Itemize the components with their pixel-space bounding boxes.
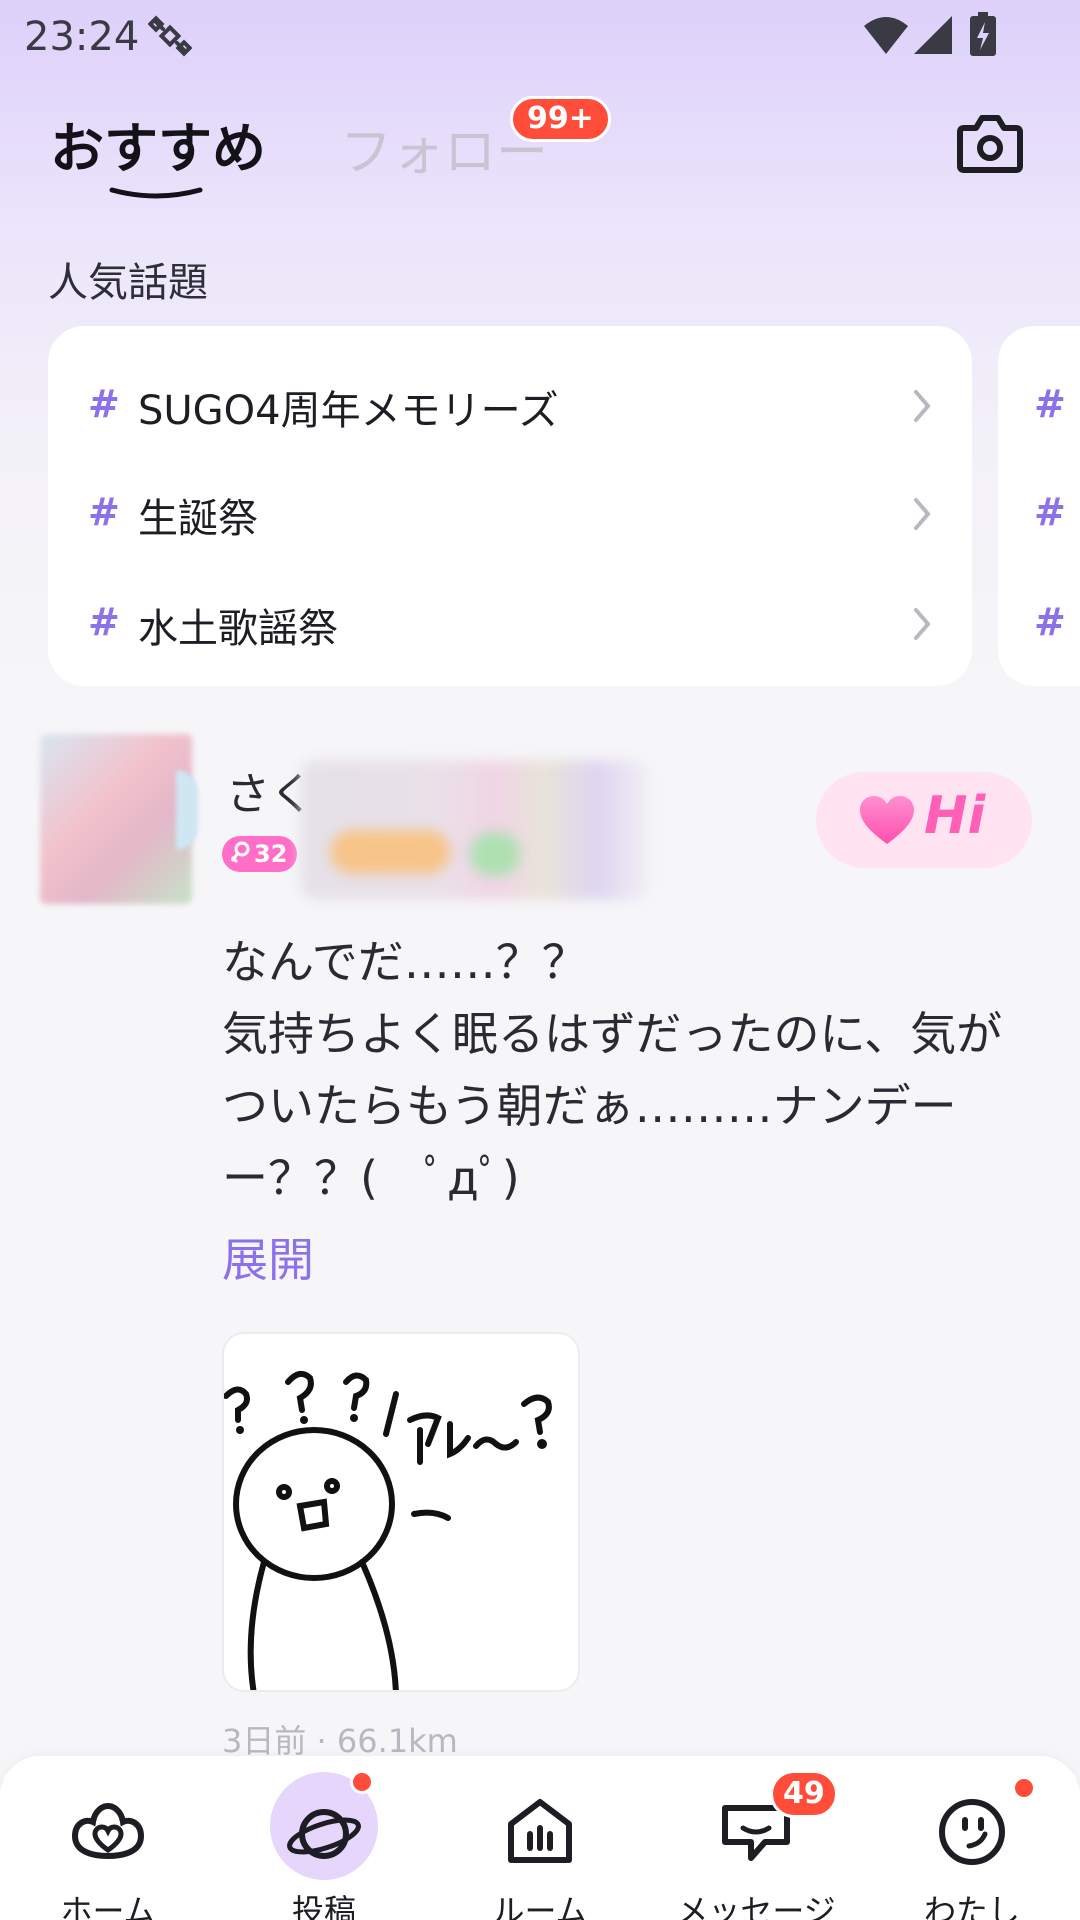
nav-label: 投稿 xyxy=(291,1892,356,1920)
nav-item-home[interactable]: ホーム xyxy=(18,1756,198,1920)
nav-label: わたし xyxy=(923,1892,1020,1920)
tab-recommend[interactable]: おすすめ xyxy=(50,104,266,183)
hash-icon: # xyxy=(1034,382,1066,426)
section-title-trending: 人気話題 xyxy=(48,260,208,306)
nav-label: ルーム xyxy=(492,1892,588,1920)
status-time: 23:24 xyxy=(24,14,140,60)
nav-label: ホーム xyxy=(60,1892,156,1920)
hash-icon: # xyxy=(88,600,120,644)
topic-label: 水土歌謡祭 xyxy=(138,606,338,652)
avatar[interactable] xyxy=(40,734,192,904)
blurred-chip xyxy=(470,832,520,876)
smiley-icon xyxy=(939,1799,1005,1865)
follow-count-badge: 99+ xyxy=(510,96,611,142)
topic-label: 生誕祭 xyxy=(138,496,258,542)
trending-topics-card-next[interactable]: # # # xyxy=(998,326,1080,686)
trending-topics-card: # SUGO4周年メモリーズ # 生誕祭 # 水土歌謡祭 xyxy=(48,326,972,686)
status-bar: 23:24 xyxy=(0,0,1080,74)
tab-active-indicator xyxy=(109,187,203,199)
chevron-right-icon xyxy=(914,608,931,640)
signal-icon xyxy=(914,16,952,54)
hi-label: Hi xyxy=(924,786,986,846)
doodle-illustration xyxy=(224,1370,552,1690)
satellite-icon xyxy=(148,15,192,57)
home-icon xyxy=(71,1802,145,1860)
hash-icon: # xyxy=(88,490,120,534)
chevron-right-icon xyxy=(914,498,931,530)
battery-charging-icon xyxy=(970,12,996,56)
hash-icon: # xyxy=(1034,600,1066,644)
hash-icon: # xyxy=(1034,490,1066,534)
expand-link[interactable]: 展開 xyxy=(222,1224,314,1290)
gender-age-badge: 32 xyxy=(222,836,298,872)
wifi-icon xyxy=(864,17,908,54)
notification-dot xyxy=(1012,1776,1036,1800)
nav-label: メッセージ xyxy=(676,1892,836,1920)
topic-row-1[interactable]: # SUGO4周年メモリーズ xyxy=(48,358,972,458)
post-image[interactable] xyxy=(222,1332,580,1692)
nav-item-me[interactable]: わたし xyxy=(882,1756,1062,1920)
hash-icon: # xyxy=(88,382,120,426)
hi-button[interactable]: Hi xyxy=(816,772,1032,868)
heart-icon xyxy=(860,796,914,844)
post-text: なんでだ……？？ 気持ちよく眠るはずだったのに、気がついたらもう朝だぁ………ナン… xyxy=(222,935,1003,1205)
chevron-right-icon xyxy=(914,390,931,422)
blurred-chip xyxy=(330,830,450,874)
message-count-badge: 49 xyxy=(770,1770,838,1818)
notification-dot xyxy=(350,1770,374,1794)
avatar-frame xyxy=(176,770,198,850)
topic-label: SUGO4周年メモリーズ xyxy=(138,388,559,434)
bottom-nav: ホーム 投稿 ルーム 49 メッセージ わたし xyxy=(0,1756,1080,1920)
room-icon xyxy=(508,1799,572,1863)
topic-row-3[interactable]: # 水土歌謡祭 xyxy=(48,576,972,676)
nav-item-post[interactable]: 投稿 xyxy=(234,1756,414,1920)
planet-icon xyxy=(287,1809,361,1859)
age-label: 32 xyxy=(254,840,288,868)
camera-icon[interactable] xyxy=(956,112,1024,174)
nav-item-room[interactable]: ルーム xyxy=(450,1756,630,1920)
topic-row-2[interactable]: # 生誕祭 xyxy=(48,466,972,566)
nav-item-messages[interactable]: 49 メッセージ xyxy=(666,1756,846,1920)
female-icon xyxy=(230,841,250,864)
